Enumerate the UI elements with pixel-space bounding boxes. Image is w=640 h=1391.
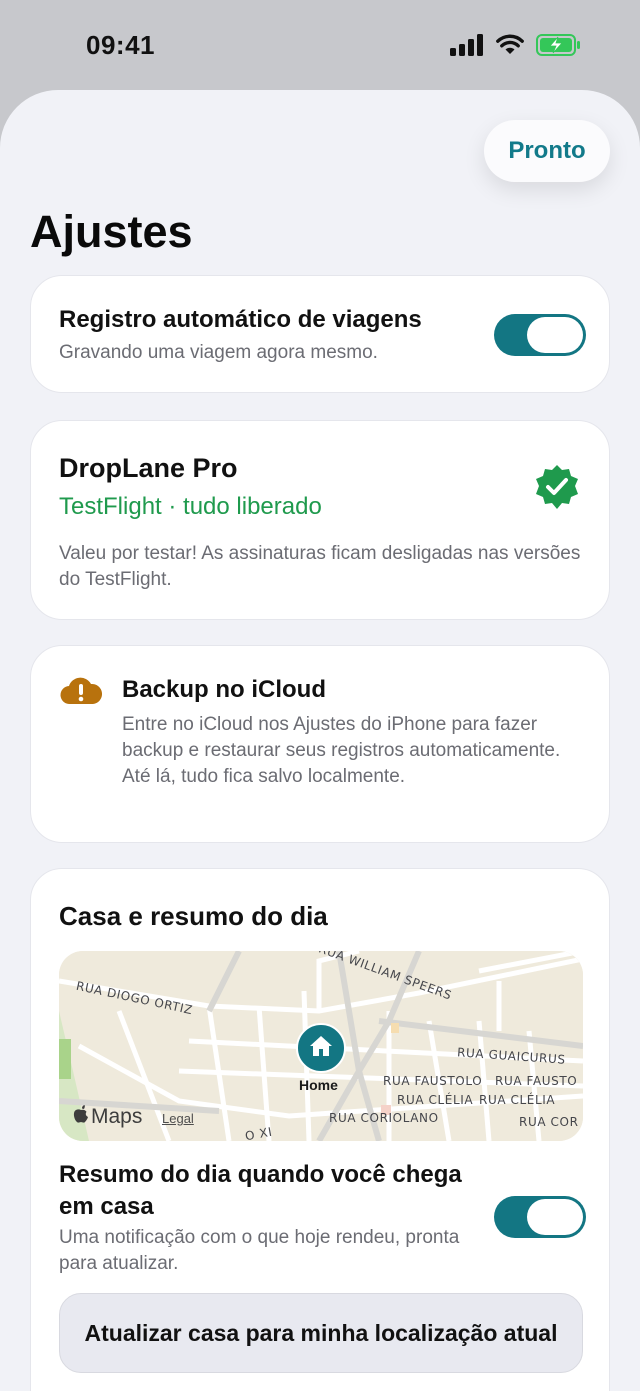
toggle-knob (527, 1199, 583, 1235)
battery-charging-icon (536, 34, 582, 61)
maps-attribution: Maps (73, 1105, 142, 1129)
pro-title: DropLane Pro (59, 453, 238, 483)
street-label: RUA CLÉLIA (397, 1093, 474, 1107)
page-title: Ajustes (30, 206, 193, 257)
icloud-title: Backup no iCloud (122, 676, 326, 703)
home-card: Casa e resumo do dia RUA WILLIAM SPEERS … (30, 868, 610, 1391)
settings-sheet: Pronto Ajustes Registro automático de vi… (0, 90, 640, 1391)
street-label: RUA FAUSTOLO (383, 1074, 483, 1088)
home-pin-label: Home (299, 1077, 338, 1093)
done-button[interactable]: Pronto (484, 120, 610, 182)
daily-summary-subtitle: Uma notificação com o que hoje rendeu, p… (59, 1227, 460, 1274)
legal-link[interactable]: Legal (162, 1111, 194, 1126)
trip-logging-toggle[interactable] (494, 314, 586, 356)
home-section-title: Casa e resumo do dia (59, 901, 328, 931)
trip-logging-title: Registro automático de viagens (59, 306, 422, 333)
street-label: RUA FAUSTO (495, 1074, 578, 1088)
pro-status: TestFlight · tudo liberado (59, 493, 322, 520)
pro-card: DropLane Pro TestFlight · tudo liberado … (30, 420, 610, 620)
trip-logging-subtitle: Gravando uma viagem agora mesmo. (59, 342, 378, 363)
verified-badge-icon (533, 463, 581, 516)
update-home-button[interactable]: Atualizar casa para minha localização at… (59, 1293, 583, 1373)
icloud-description: Entre no iCloud nos Ajustes do iPhone pa… (122, 714, 561, 787)
home-map[interactable]: RUA WILLIAM SPEERS RUA DIOGO ORTIZ RUA G… (59, 951, 583, 1141)
street-label: RUA CORIOLANO (329, 1111, 439, 1125)
status-icons (450, 34, 582, 61)
icloud-card: Backup no iCloud Entre no iCloud nos Aju… (30, 645, 610, 843)
cloud-warning-icon (59, 674, 103, 713)
wifi-icon (496, 34, 524, 61)
status-bar: 09:41 (0, 0, 640, 92)
house-icon (308, 1034, 334, 1063)
pro-description: Valeu por testar! As assinaturas ficam d… (59, 543, 581, 590)
daily-summary-toggle[interactable] (494, 1196, 586, 1238)
toggle-knob (527, 317, 583, 353)
signal-icon (450, 34, 484, 61)
trip-logging-card: Registro automático de viagens Gravando … (30, 275, 610, 393)
apple-logo-icon (73, 1105, 89, 1129)
street-label: RUA CLÉLIA (479, 1093, 556, 1107)
home-pin[interactable] (296, 1023, 346, 1073)
maps-text: Maps (91, 1105, 143, 1128)
status-time: 09:41 (86, 30, 155, 60)
street-label: RUA COR (519, 1115, 579, 1129)
daily-summary-title: Resumo do dia quando você chega em casa (59, 1161, 462, 1220)
